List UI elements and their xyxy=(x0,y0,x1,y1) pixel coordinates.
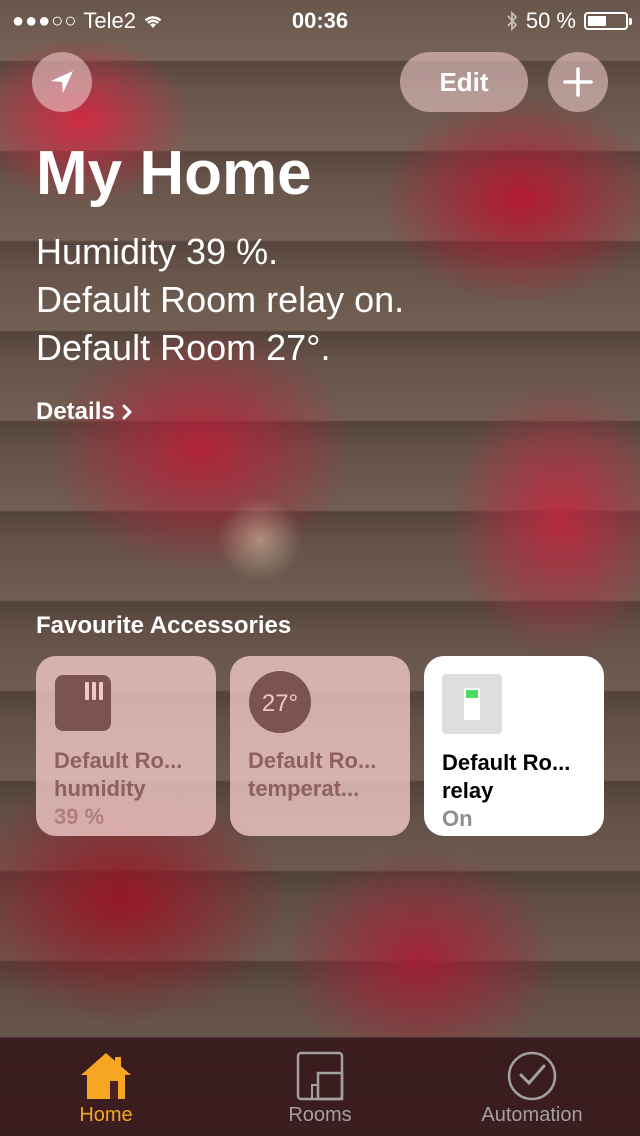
battery-percentage: 50 % xyxy=(525,8,576,33)
home-status-summary: Humidity 39 %. Default Room relay on. De… xyxy=(36,228,404,372)
location-arrow-icon xyxy=(51,71,73,93)
accessory-name-line2: relay xyxy=(442,778,494,803)
accessory-name-line2: humidity xyxy=(54,776,146,801)
status-bar: ●●●○○ Tele2 00:36 50 % xyxy=(0,0,640,40)
accessory-tile-relay[interactable]: Default Ro... relay On xyxy=(424,656,604,836)
temperature-icon-value: 27° xyxy=(262,690,298,717)
accessory-tile-temperature[interactable]: 27° Default Ro... temperat... xyxy=(230,656,410,836)
tab-rooms[interactable]: Rooms xyxy=(240,1048,400,1127)
clock-icon xyxy=(507,1051,557,1101)
accessory-state: 39 % xyxy=(54,804,105,829)
page-title: My Home xyxy=(36,139,312,208)
tab-label: Home xyxy=(79,1104,133,1126)
battery-level-fill xyxy=(588,16,606,26)
details-label: Details xyxy=(36,398,115,425)
add-button[interactable] xyxy=(548,52,608,112)
switch-icon xyxy=(442,674,502,734)
tab-bar: Home Rooms Automation xyxy=(0,1037,640,1136)
edit-button[interactable]: Edit xyxy=(400,52,528,112)
accessory-name-line2: temperat... xyxy=(248,776,360,801)
accessory-name-line1: Default Ro... xyxy=(248,748,377,773)
summary-line-humidity: Humidity 39 %. xyxy=(36,231,279,272)
chevron-right-icon xyxy=(122,404,132,420)
house-icon xyxy=(81,1053,131,1099)
accessory-state: On xyxy=(442,806,473,831)
bluetooth-icon xyxy=(507,11,518,31)
tab-label: Automation xyxy=(481,1104,583,1126)
temperature-icon: 27° xyxy=(249,671,311,733)
rooms-icon xyxy=(296,1051,344,1101)
tab-home[interactable]: Home xyxy=(26,1048,186,1127)
accessory-tile-humidity[interactable]: Default Ro... humidity 39 % xyxy=(36,656,216,836)
accessory-name-line1: Default Ro... xyxy=(54,748,183,773)
location-button[interactable] xyxy=(32,52,92,112)
summary-line-temperature: Default Room 27°. xyxy=(36,327,331,368)
plus-icon xyxy=(563,67,593,97)
battery-icon xyxy=(584,12,632,30)
humidity-sensor-icon xyxy=(55,675,111,731)
favourite-accessories-heading: Favourite Accessories xyxy=(36,612,292,639)
details-link[interactable]: Details xyxy=(36,398,133,426)
tab-label: Rooms xyxy=(288,1104,352,1126)
tab-automation[interactable]: Automation xyxy=(452,1048,612,1127)
accessory-name-line1: Default Ro... xyxy=(442,750,571,775)
summary-line-relay: Default Room relay on. xyxy=(36,279,405,320)
